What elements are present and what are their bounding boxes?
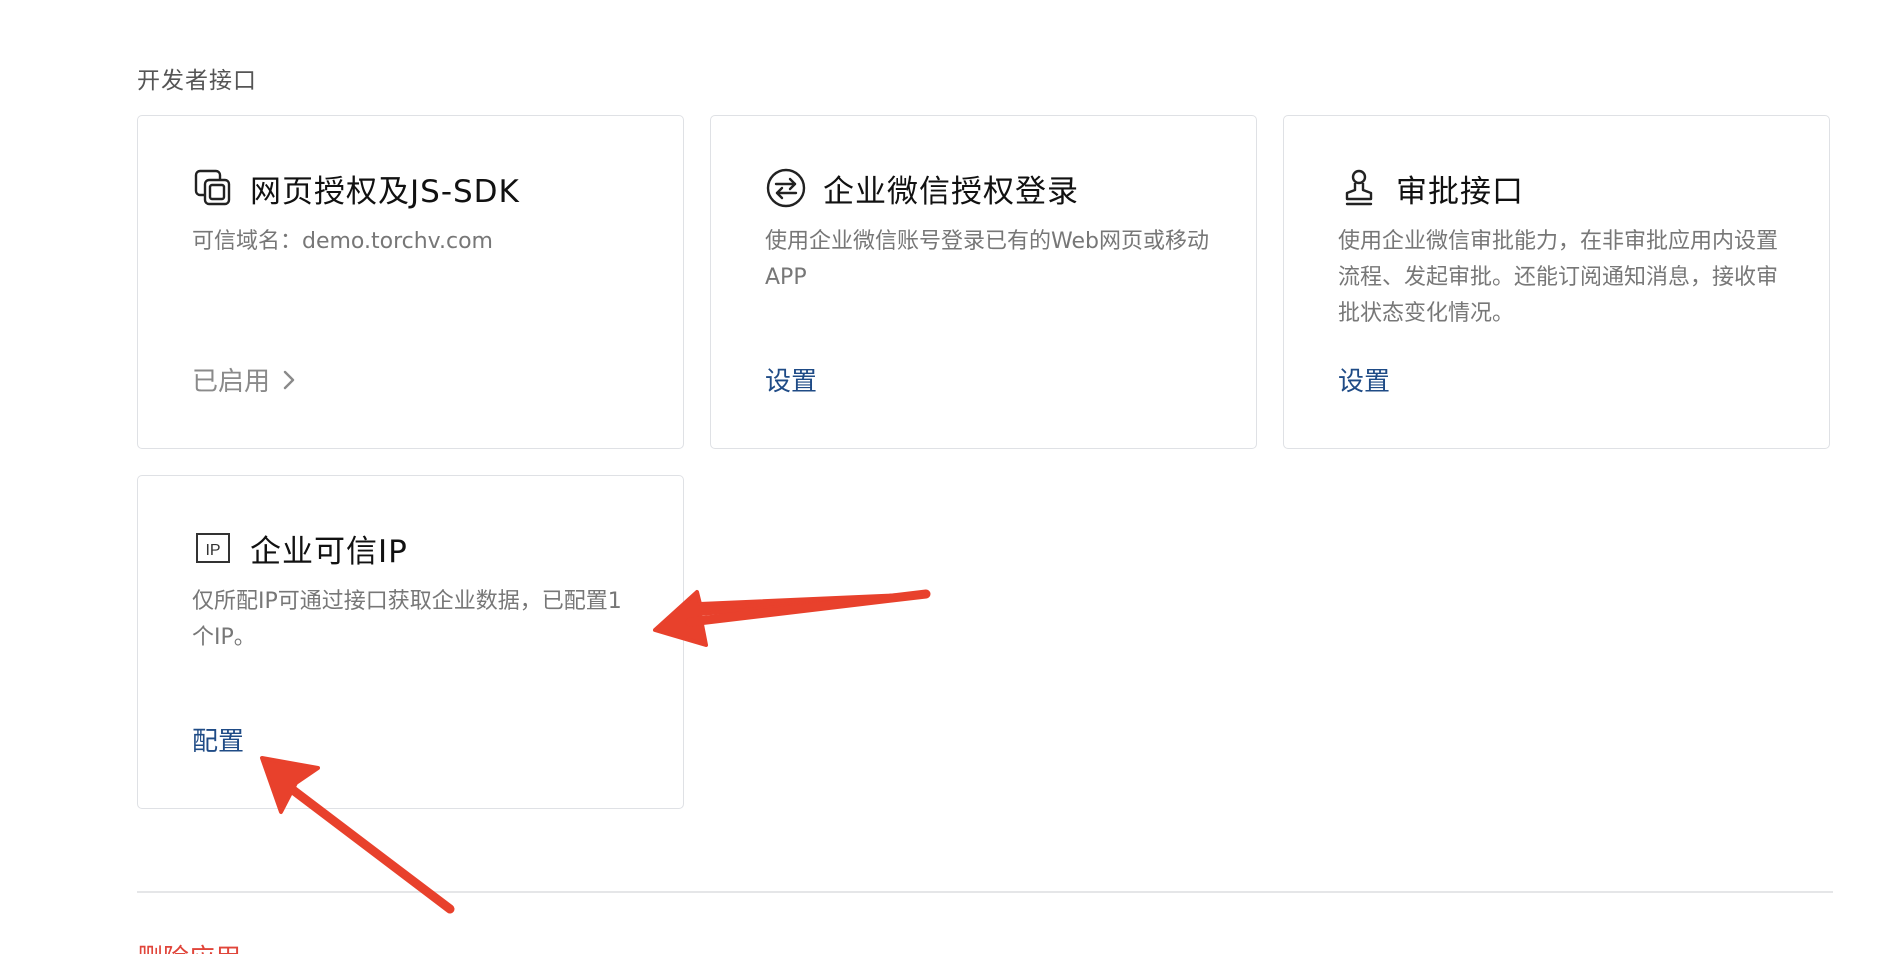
card-web-auth-jssdk[interactable]: 网页授权及JS-SDK 可信域名：demo.torchv.com 已启用 [137,115,684,449]
card-trusted-ip[interactable]: IP 企业可信IP 仅所配IP可通过接口获取企业数据，已配置1个IP。 配置 [137,475,684,809]
svg-text:IP: IP [205,542,220,559]
configure-link[interactable]: 配置 [192,721,244,758]
card-title: 审批接口 [1396,173,1524,210]
window-stack-icon [192,167,234,209]
section-title: 开发者接口 [137,68,257,94]
chevron-right-icon [282,369,296,391]
card-description: 仅所配IP可通过接口获取企业数据，已配置1个IP。 [192,589,622,650]
settings-link[interactable]: 设置 [765,361,817,398]
card-header: 网页授权及JS-SDK [192,166,520,210]
stamp-icon [1338,167,1380,209]
card-description: 使用企业微信账号登录已有的Web网页或移动APP [765,229,1209,290]
card-header: 审批接口 [1338,166,1524,210]
card-title: 企业微信授权登录 [823,173,1079,210]
card-description: 使用企业微信审批能力，在非审批应用内设置流程、发起审批。还能订阅通知消息，接收审… [1338,229,1779,326]
card-title: 企业可信IP [250,533,408,570]
card-header: IP 企业可信IP [192,526,408,570]
section-divider [137,891,1833,893]
ip-icon: IP [192,527,234,569]
settings-link[interactable]: 设置 [1338,361,1390,398]
swap-arrows-icon [765,167,807,209]
card-title: 网页授权及JS-SDK [250,173,520,210]
enabled-status-link[interactable]: 已启用 [192,361,296,398]
developer-interface-page: 开发者接口 网页授权及JS-SDK 可信域名：demo.torchv.com 已… [0,0,1886,954]
delete-app-link[interactable]: 删除应用 [137,944,241,954]
card-approval-api[interactable]: 审批接口 使用企业微信审批能力，在非审批应用内设置流程、发起审批。还能订阅通知消… [1283,115,1830,449]
enabled-status-label: 已启用 [192,367,271,397]
card-header: 企业微信授权登录 [765,166,1079,210]
card-description: 可信域名：demo.torchv.com [192,229,493,254]
card-wecom-login[interactable]: 企业微信授权登录 使用企业微信账号登录已有的Web网页或移动APP 设置 [710,115,1257,449]
annotation-arrow-to-description [653,589,931,647]
